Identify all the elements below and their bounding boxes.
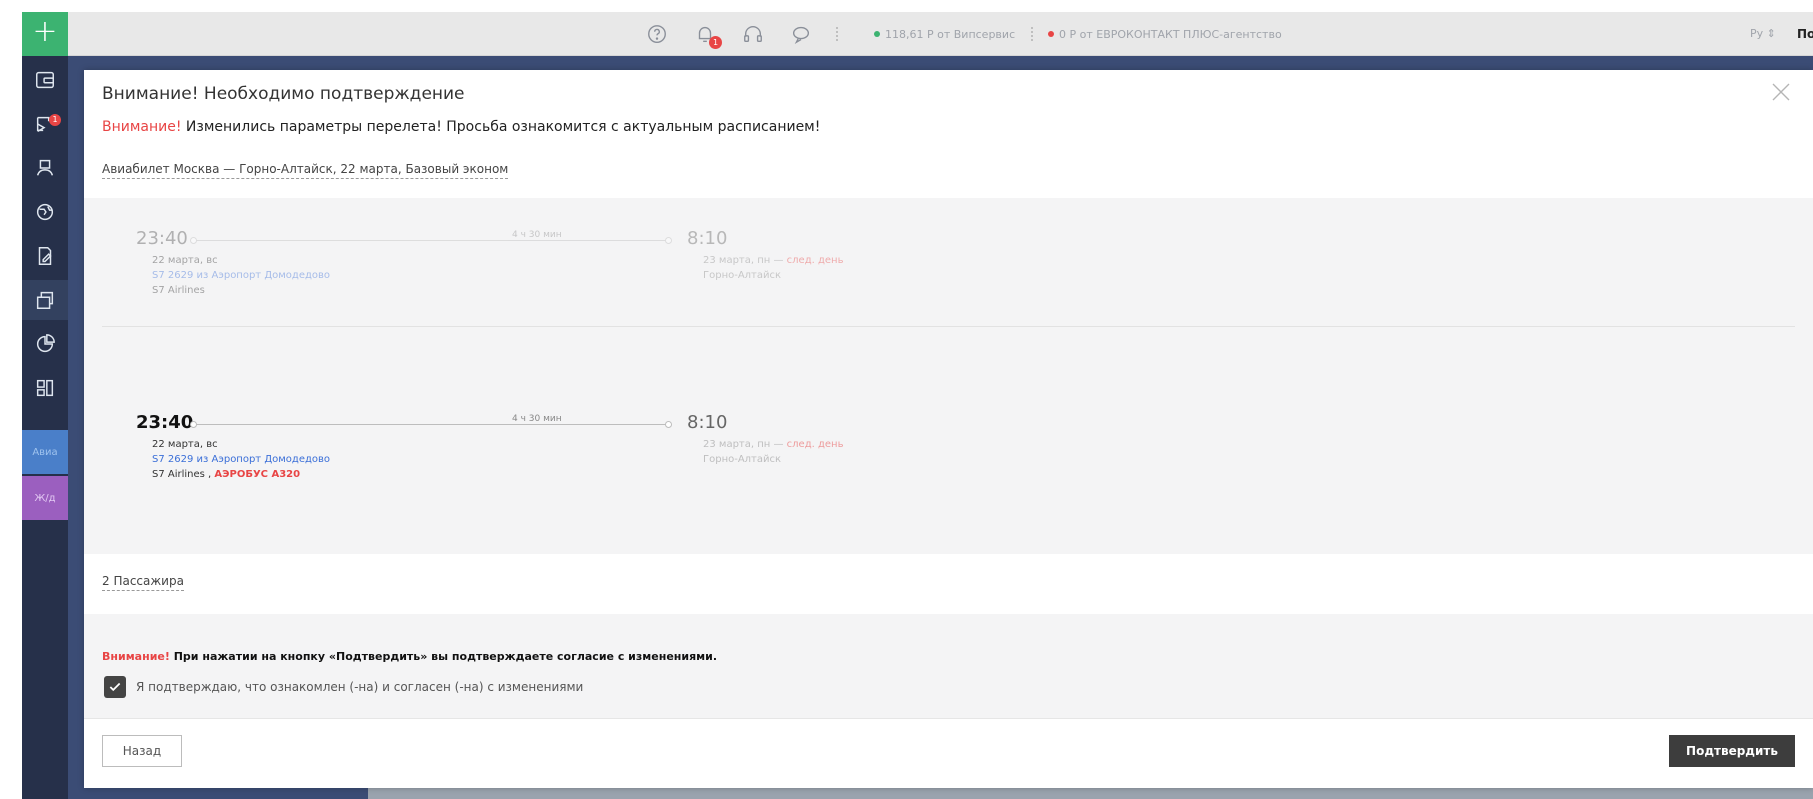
app-screen: + 1 Авиа Ж/д 1 118,61 Р от Випсервис 0 Р… <box>0 0 1813 799</box>
change-warning: Внимание! Изменились параметры перелета!… <box>102 119 820 135</box>
arrival-city: Горно-Алтайск <box>703 454 782 465</box>
pie-chart-icon[interactable] <box>22 324 68 364</box>
language-select[interactable]: Ру ⇕ <box>1750 12 1776 56</box>
duration: 4 ч 30 мин <box>512 230 562 240</box>
warning-prefix: Внимание! <box>102 119 182 135</box>
arrival-date: 23 марта, пн — <box>703 439 787 450</box>
tab-avia[interactable]: Авиа <box>22 430 68 474</box>
agreement-checkbox[interactable] <box>104 676 126 698</box>
segment-old: 23:40 4 ч 30 мин 8:10 22 марта, вс S7 26… <box>84 228 1813 388</box>
top-bar: 1 118,61 Р от Випсервис 0 Р от ЕВРОКОНТА… <box>68 12 1813 56</box>
divider <box>836 27 838 41</box>
sidebar: + 1 Авиа Ж/д <box>22 12 68 799</box>
modal-title: Внимание! Необходимо подтверждение <box>102 84 465 104</box>
help-icon[interactable] <box>644 21 670 47</box>
tickets-badge: 1 <box>49 114 61 126</box>
flight-number: S7 2629 из Аэропорт Домодедово <box>152 454 331 465</box>
dashboard-icon[interactable] <box>22 368 68 408</box>
flight-number: S7 2629 из Аэропорт Домодедово <box>152 270 331 281</box>
footer-divider <box>84 718 1813 719</box>
support-icon[interactable] <box>740 21 766 47</box>
agreement-prefix: Внимание! <box>102 650 170 663</box>
airline: S7 Airlines <box>152 285 205 296</box>
edit-document-icon[interactable] <box>22 236 68 276</box>
warning-text: Изменились параметры перелета! Просьба о… <box>181 119 821 135</box>
chat-icon[interactable] <box>788 21 814 47</box>
background-panel <box>368 787 1813 799</box>
background-panel <box>68 787 368 799</box>
close-icon[interactable] <box>1769 80 1793 104</box>
status-dot-red <box>1048 31 1054 37</box>
agreement-row[interactable]: Я подтверждаю, что ознакомлен (-на) и со… <box>104 676 583 698</box>
agreement-note: Внимание! При нажатии на кнопку «Подтвер… <box>102 650 717 663</box>
arrival-time: 8:10 <box>687 228 728 249</box>
balance-eurocontact[interactable]: 0 Р от ЕВРОКОНТАКТ ПЛЮС-агентство <box>1031 12 1282 56</box>
notification-badge: 1 <box>709 36 722 49</box>
agreement-text: При нажатии на кнопку «Подтвердить» вы п… <box>169 650 718 663</box>
departure-info: 22 марта, вс S7 2629 из Аэропорт Домодед… <box>152 253 330 298</box>
next-day-label: след. день <box>786 439 844 450</box>
bell-icon[interactable]: 1 <box>692 21 722 49</box>
segment-divider <box>102 326 1795 327</box>
confirm-button[interactable]: Подтвердить <box>1669 735 1795 767</box>
balance-vipservice-text: 118,61 Р от Випсервис <box>885 27 1016 41</box>
aircraft-type: АЭРОБУС А320 <box>214 469 301 480</box>
agreement-panel: Внимание! При нажатии на кнопку «Подтвер… <box>84 614 1813 718</box>
departure-date: 22 марта, вс <box>152 255 218 266</box>
departure-date: 22 марта, вс <box>152 439 218 450</box>
arrival-time: 8:10 <box>687 412 728 433</box>
duration: 4 ч 30 мин <box>512 414 562 424</box>
globe-icon[interactable] <box>22 192 68 232</box>
passengers-link[interactable]: 2 Пассажира <box>102 574 184 591</box>
user-icon[interactable] <box>22 148 68 188</box>
airline: S7 Airlines , <box>152 469 215 480</box>
flight-line: 4 ч 30 мин <box>190 414 672 428</box>
arrival-date-row: 23 марта, пн — след. день <box>703 437 843 452</box>
add-button[interactable]: + <box>22 12 68 56</box>
tab-rail[interactable]: Ж/д <box>22 476 68 520</box>
tickets-icon[interactable]: 1 <box>22 104 68 144</box>
airline-row: S7 Airlines , АЭРОБУС А320 <box>152 467 330 482</box>
user-name[interactable]: Портбилет П <box>1797 12 1813 56</box>
arrival-date: 23 марта, пн — <box>703 255 787 266</box>
balance-eurocontact-text: 0 Р от ЕВРОКОНТАКТ ПЛЮС-агентство <box>1059 27 1282 41</box>
next-day-label: след. день <box>786 255 844 266</box>
wallet-icon[interactable] <box>22 60 68 100</box>
departure-time: 23:40 <box>136 412 194 433</box>
top-icons: 1 <box>644 12 838 56</box>
balance-vipservice[interactable]: 118,61 Р от Випсервис <box>874 12 1015 56</box>
arrival-date-row: 23 марта, пн — след. день <box>703 253 843 268</box>
segment-new: 23:40 4 ч 30 мин 8:10 22 марта, вс S7 26… <box>84 412 1813 572</box>
flight-line: 4 ч 30 мин <box>190 230 672 244</box>
back-button[interactable]: Назад <box>102 735 182 767</box>
status-dot-green <box>874 31 880 37</box>
documents-icon[interactable] <box>22 280 68 320</box>
agreement-label[interactable]: Я подтверждаю, что ознакомлен (-на) и со… <box>136 680 583 694</box>
confirmation-modal: Внимание! Необходимо подтверждение Внима… <box>84 70 1813 788</box>
route-link[interactable]: Авиабилет Москва — Горно-Алтайск, 22 мар… <box>102 162 509 179</box>
arrival-info: 23 марта, пн — след. день Горно-Алтайск <box>703 253 843 283</box>
departure-time: 23:40 <box>136 228 188 249</box>
departure-info: 22 марта, вс S7 2629 из Аэропорт Домодед… <box>152 437 330 482</box>
divider <box>1031 27 1033 41</box>
arrival-info: 23 марта, пн — след. день Горно-Алтайск <box>703 437 843 467</box>
arrival-city: Горно-Алтайск <box>703 270 782 281</box>
